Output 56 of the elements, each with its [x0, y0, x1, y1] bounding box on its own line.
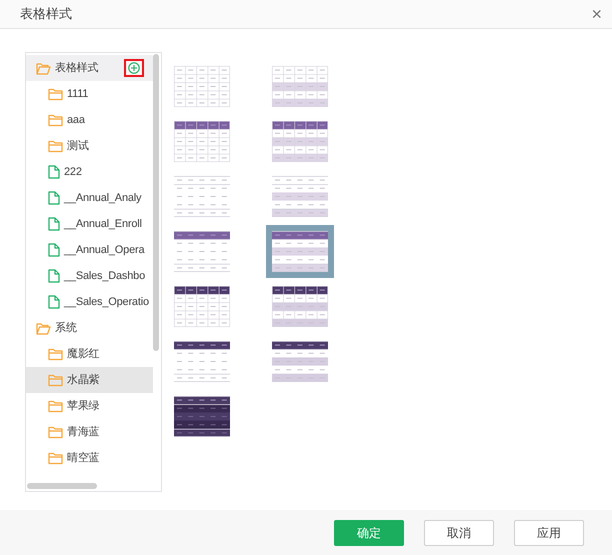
file-icon	[48, 191, 60, 205]
dialog-title: 表格样式	[20, 5, 72, 24]
dialog-button[interactable]: 应用	[514, 520, 584, 546]
vertical-scrollbar[interactable]	[153, 54, 159, 351]
tree-item-label: 水晶紫	[67, 372, 100, 388]
folder-icon	[48, 140, 63, 152]
tree-item[interactable]: 系统	[26, 315, 153, 341]
tree-item-label: 青海蓝	[67, 424, 100, 440]
tree-item[interactable]: 水晶紫	[26, 367, 153, 393]
tree-item[interactable]: __Annual_Enroll	[26, 211, 153, 237]
folder-icon	[48, 114, 63, 126]
dialog-button[interactable]: 取消	[424, 520, 494, 546]
tree-item[interactable]: 苹果绿	[26, 393, 153, 419]
file-icon	[48, 217, 60, 231]
file-icon	[48, 243, 60, 257]
tree-item[interactable]: 魔影红	[26, 341, 153, 367]
table-style-thumbnail[interactable]	[266, 225, 334, 278]
tree-item-label: __Annual_Analy	[64, 190, 142, 206]
tree-item[interactable]: 1111	[26, 81, 153, 107]
tree-item-label: 系统	[55, 320, 77, 336]
add-button[interactable]	[128, 62, 140, 74]
horizontal-scrollbar[interactable]	[27, 483, 97, 489]
tree-item[interactable]: 222	[26, 159, 153, 185]
file-icon	[48, 165, 60, 179]
tree-item-label: 测试	[67, 138, 89, 154]
folder-icon	[36, 62, 51, 74]
file-icon	[48, 269, 60, 283]
tree-item-label: 表格样式	[55, 60, 98, 76]
tree-item-label: __Annual_Enroll	[64, 216, 142, 232]
tree-item[interactable]: 表格样式	[26, 55, 153, 81]
folder-icon	[48, 400, 63, 412]
tree-item[interactable]: __Annual_Analy	[26, 185, 153, 211]
tree-item-label: 魔影红	[67, 346, 100, 362]
folder-icon	[36, 322, 51, 334]
tree-item[interactable]: 青海蓝	[26, 419, 153, 445]
tree-item[interactable]: __Sales_Dashbo	[26, 263, 153, 289]
folder-icon	[48, 374, 63, 386]
tree-item-label: 苹果绿	[67, 398, 100, 414]
tree-item-label: aaa	[67, 112, 85, 128]
folder-icon	[48, 452, 63, 464]
tree-item-label: __Annual_Opera	[64, 242, 144, 258]
tree-item[interactable]: aaa	[26, 107, 153, 133]
file-icon	[48, 295, 60, 309]
tree-item-label: 1111	[67, 86, 88, 102]
tree-item[interactable]: __Annual_Opera	[26, 237, 153, 263]
tree-item[interactable]: 晴空蓝	[26, 445, 153, 471]
tree-item[interactable]: __Sales_Operatio	[26, 289, 153, 315]
tree-item-label: __Sales_Operatio	[64, 294, 149, 310]
tree-item[interactable]: 测试	[26, 133, 153, 159]
folder-icon	[48, 348, 63, 360]
close-button[interactable]: ×	[591, 5, 602, 23]
tree-item-label: 222	[64, 164, 82, 180]
folder-icon	[48, 426, 63, 438]
tree-item-label: __Sales_Dashbo	[64, 268, 145, 284]
folder-icon	[48, 88, 63, 100]
tree-item-label: 晴空蓝	[67, 450, 100, 466]
